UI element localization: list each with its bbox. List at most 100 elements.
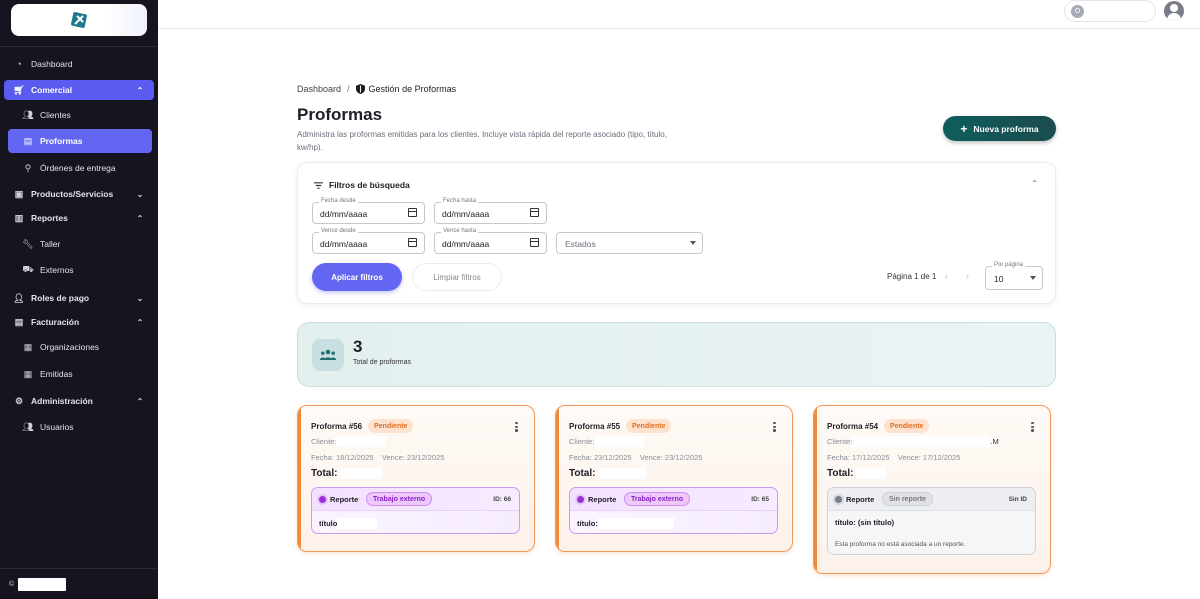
sidebar-item-facturacion[interactable]: ▤ Facturación ⌃ bbox=[4, 312, 154, 332]
proforma-card[interactable]: Proforma #56 Pendiente Cliente: Fecha: 1… bbox=[297, 405, 535, 552]
page-subtitle: Administra las proformas emitidas para l… bbox=[297, 130, 667, 152]
user-menu-pill[interactable]: O bbox=[1064, 0, 1156, 22]
new-proforma-button[interactable]: + Nueva proforma bbox=[943, 116, 1056, 141]
breadcrumb-home[interactable]: Dashboard bbox=[297, 84, 341, 94]
prev-page-icon[interactable]: ‹ bbox=[945, 271, 948, 281]
sidebar-item-label: Dashboard bbox=[31, 59, 73, 69]
sidebar-item-administracion[interactable]: ⚙ Administración ⌃ bbox=[4, 391, 154, 411]
sidebar-item-productos[interactable]: ▣ Productos/Servicios ⌄ bbox=[4, 184, 154, 204]
sidebar-item-label: Proformas bbox=[40, 136, 83, 146]
calendar-icon[interactable] bbox=[408, 238, 417, 247]
estados-select[interactable]: Estados bbox=[556, 232, 703, 254]
estados-value: Estados bbox=[565, 239, 596, 249]
redacted-text bbox=[18, 578, 67, 591]
report-box[interactable]: Reporte Trabajo externo ID: 65 título: bbox=[569, 487, 778, 534]
report-box[interactable]: Reporte Sin reporte Sin ID título: (sin … bbox=[827, 487, 1036, 555]
per-page-select[interactable]: Por página 10 bbox=[985, 262, 1043, 290]
clear-filters-button[interactable]: Limpiar filtros bbox=[412, 263, 502, 291]
report-header: Reporte Sin reporte Sin ID bbox=[828, 488, 1035, 511]
next-page-icon[interactable]: › bbox=[966, 271, 969, 281]
building-icon: ▦ bbox=[23, 368, 33, 379]
users-icon: 👥︎ bbox=[22, 109, 34, 120]
proforma-client: Cliente: .M bbox=[827, 436, 999, 447]
fecha-hasta-field[interactable]: Fecha hasta dd/mm/aaaa bbox=[434, 198, 547, 224]
filters-panel: Filtros de búsqueda ⌃ Fecha desde dd/mm/… bbox=[297, 162, 1056, 304]
redacted-total bbox=[856, 468, 887, 479]
sidebar-item-dashboard[interactable]: ◔ Dashboard bbox=[4, 54, 154, 74]
filters-header[interactable]: Filtros de búsqueda bbox=[314, 180, 410, 190]
redacted-client bbox=[336, 436, 387, 447]
caret-down-icon bbox=[690, 241, 696, 245]
sidebar-item-comercial[interactable]: 🛒︎ Comercial ⌃ bbox=[4, 80, 154, 100]
more-vertical-icon[interactable] bbox=[515, 422, 518, 434]
chevron-up-icon: ⌃ bbox=[136, 213, 144, 223]
plus-icon: + bbox=[960, 121, 968, 136]
total-label: Total de proformas bbox=[353, 359, 411, 366]
sidebar: ◔ Dashboard 🛒︎ Comercial ⌃ 👥︎ Clientes ▤… bbox=[0, 0, 158, 599]
truck-icon: ⛟ bbox=[22, 264, 34, 274]
fecha-hasta-value: dd/mm/aaaa bbox=[442, 209, 490, 219]
report-label: Reporte bbox=[846, 495, 875, 504]
status-badge: Pendiente bbox=[884, 419, 930, 433]
sidebar-item-clientes[interactable]: 👥︎ Clientes bbox=[8, 105, 152, 125]
sidebar-item-roles[interactable]: 👤︎ Roles de pago ⌄ bbox=[4, 288, 154, 308]
sidebar-item-label: Administración bbox=[31, 396, 93, 406]
report-id: ID: 66 bbox=[493, 496, 511, 503]
client-label: Cliente: bbox=[569, 437, 595, 446]
sidebar-item-proformas[interactable]: ▤ Proformas bbox=[8, 129, 152, 153]
logo-icon bbox=[71, 12, 87, 28]
report-note: Esta proforma no está asociada a un repo… bbox=[835, 541, 966, 548]
proforma-title: Proforma #54 bbox=[827, 422, 879, 431]
status-dot bbox=[835, 496, 842, 503]
proforma-dates: Fecha: 23/12/2025 Vence: 23/12/2025 bbox=[569, 453, 703, 462]
proforma-card[interactable]: Proforma #55 Pendiente Cliente: Fecha: 2… bbox=[555, 405, 793, 552]
sidebar-item-taller[interactable]: 🔧︎ Taller bbox=[8, 234, 152, 254]
client-label: Cliente: bbox=[311, 437, 337, 446]
sidebar-item-label: Emitidas bbox=[40, 369, 73, 379]
sidebar-item-label: Externos bbox=[40, 265, 74, 275]
chevron-up-icon[interactable]: ⌃ bbox=[1031, 179, 1038, 188]
sidebar-item-reportes[interactable]: ▥ Reportes ⌃ bbox=[4, 208, 154, 228]
copyright: © bbox=[9, 578, 67, 591]
chevron-down-icon: ⌄ bbox=[136, 293, 144, 303]
sidebar-item-emitidas[interactable]: ▦ Emitidas bbox=[8, 364, 152, 384]
client-suffix: .M bbox=[990, 437, 999, 446]
more-vertical-icon[interactable] bbox=[773, 422, 776, 434]
proforma-card[interactable]: Proforma #54 Pendiente Cliente: .M Fecha… bbox=[813, 405, 1051, 574]
calendar-icon[interactable] bbox=[530, 238, 539, 247]
report-title: título: bbox=[577, 518, 674, 529]
calendar-icon[interactable] bbox=[408, 208, 417, 217]
sidebar-item-organizaciones[interactable]: ▦ Organizaciones bbox=[8, 337, 152, 357]
status-badge: Pendiente bbox=[626, 419, 672, 433]
fecha-desde-value: dd/mm/aaaa bbox=[320, 209, 368, 219]
sidebar-item-ordenes[interactable]: ⚲ Órdenes de entrega bbox=[8, 158, 152, 178]
fecha-desde-field[interactable]: Fecha desde dd/mm/aaaa bbox=[312, 198, 425, 224]
users-icon: 👥︎ bbox=[22, 421, 34, 432]
report-box[interactable]: Reporte Trabajo externo ID: 66 título bbox=[311, 487, 520, 534]
chevron-up-icon: ⌃ bbox=[136, 317, 144, 327]
more-vertical-icon[interactable] bbox=[1031, 422, 1034, 434]
sidebar-item-externos[interactable]: ⛟ Externos bbox=[8, 260, 152, 280]
calendar-icon[interactable] bbox=[530, 208, 539, 217]
vence-hasta-field[interactable]: Vence hasta dd/mm/aaaa bbox=[434, 228, 547, 254]
breadcrumb-current-label: Gestión de Proformas bbox=[368, 84, 457, 94]
sidebar-item-label: Usuarios bbox=[40, 422, 74, 432]
app-logo[interactable] bbox=[11, 4, 147, 36]
sidebar-item-label: Clientes bbox=[40, 110, 71, 120]
avatar[interactable] bbox=[1164, 1, 1184, 21]
apply-filters-button[interactable]: Aplicar filtros bbox=[312, 263, 402, 291]
page-title: Proformas bbox=[297, 105, 383, 124]
delivery-icon: ⚲ bbox=[24, 162, 32, 173]
proforma-total: Total: bbox=[569, 468, 647, 479]
report-icon: ▥ bbox=[14, 212, 24, 223]
breadcrumb-separator: / bbox=[347, 84, 350, 94]
total-label: Total: bbox=[569, 468, 596, 479]
sidebar-item-usuarios[interactable]: 👥︎ Usuarios bbox=[8, 417, 152, 437]
total-label: Total: bbox=[311, 468, 338, 479]
vence-desde-label: Vence desde bbox=[319, 228, 358, 234]
vence-desde-field[interactable]: Vence desde dd/mm/aaaa bbox=[312, 228, 425, 254]
box-icon: ▣ bbox=[14, 188, 24, 199]
report-title: título: (sin título) bbox=[835, 518, 894, 527]
copyright-symbol: © bbox=[9, 581, 15, 588]
report-type-badge: Sin reporte bbox=[882, 492, 933, 506]
